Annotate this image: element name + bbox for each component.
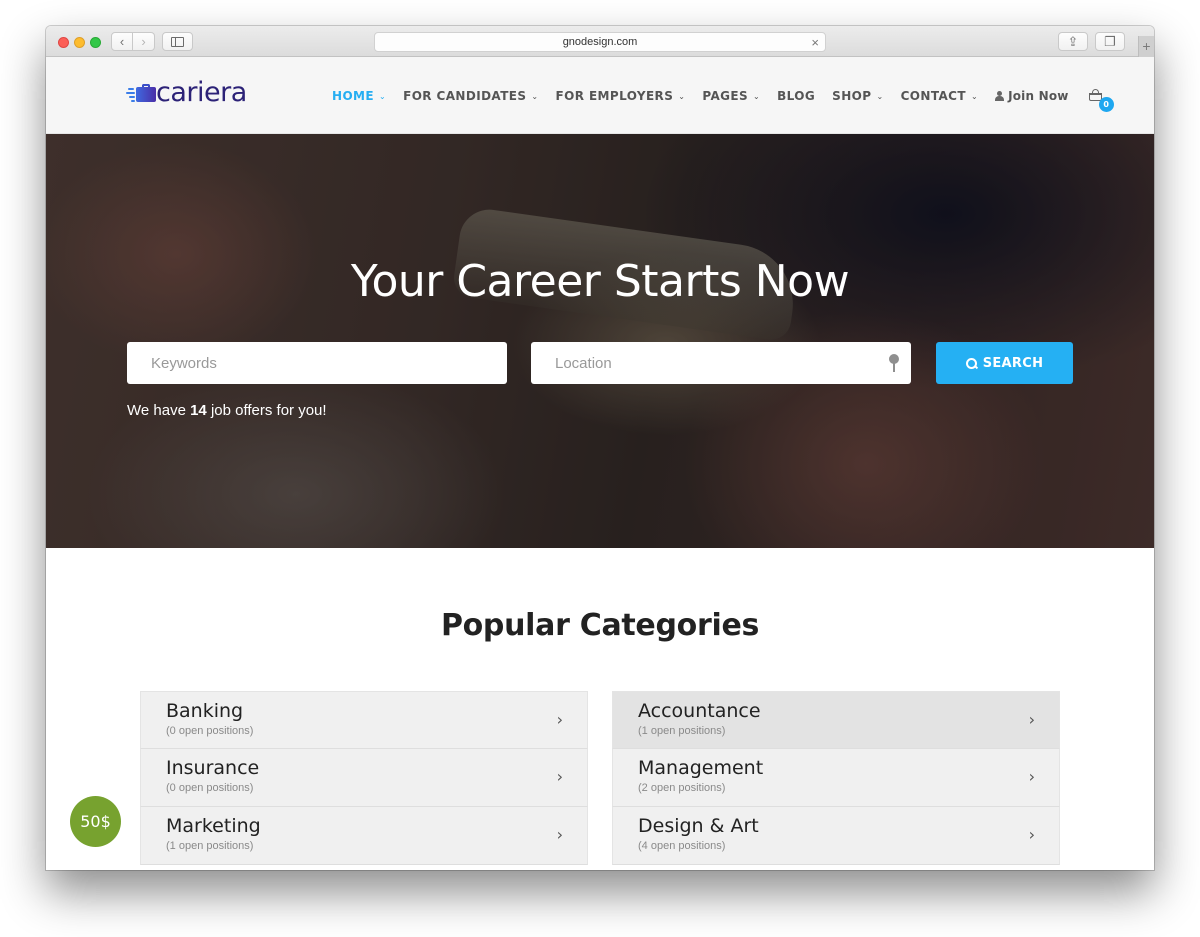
nav-label: FOR EMPLOYERS — [555, 89, 674, 103]
category-name: Insurance — [166, 757, 260, 779]
chevron-down-icon: ⌄ — [531, 91, 539, 101]
nav-label: BLOG — [777, 89, 816, 103]
main-nav: HOME ⌄ FOR CANDIDATES ⌄ FOR EMPLOYERS ⌄ … — [332, 89, 1114, 112]
location-input[interactable]: Location — [531, 342, 911, 384]
category-name: Banking — [166, 700, 244, 722]
new-tab-button[interactable]: + — [1138, 36, 1154, 57]
category-name: Design & Art — [638, 815, 759, 837]
nav-label: PAGES — [702, 89, 749, 103]
category-name: Accountance — [638, 700, 761, 722]
sidebar-toggle-button[interactable] — [162, 32, 193, 51]
category-item-marketing[interactable]: Marketing (1 open positions) › — [140, 807, 588, 865]
browser-toolbar: ‹ › gnodesign.com × ⇪ ❐ + — [46, 26, 1154, 57]
category-count: (4 open positions) — [638, 840, 726, 852]
chevron-right-icon: › — [141, 34, 146, 49]
category-item-management[interactable]: Management (2 open positions) › — [612, 749, 1060, 807]
join-now-label: Join Now — [1008, 89, 1069, 103]
zoom-window-button[interactable] — [90, 37, 101, 48]
category-name: Management — [638, 757, 764, 779]
chevron-right-icon: › — [556, 710, 563, 729]
logo-text: cariera — [156, 77, 247, 108]
job-offers-count: 14 — [190, 402, 207, 419]
nav-pages[interactable]: PAGES ⌄ — [702, 89, 760, 103]
url-text: gnodesign.com — [562, 36, 638, 48]
category-item-design-art[interactable]: Design & Art (4 open positions) › — [612, 807, 1060, 865]
chevron-down-icon: ⌄ — [876, 91, 884, 101]
search-button[interactable]: SEARCH — [936, 342, 1073, 384]
logo[interactable]: cariera — [126, 79, 247, 106]
category-item-banking[interactable]: Banking (0 open positions) › — [140, 691, 588, 749]
category-name: Marketing — [166, 815, 261, 837]
categories-right-column: Accountance (1 open positions) › Managem… — [612, 691, 1060, 865]
back-button[interactable]: ‹ — [111, 32, 133, 51]
user-icon — [995, 91, 1005, 101]
nav-shop[interactable]: SHOP ⌄ — [832, 89, 883, 103]
category-item-insurance[interactable]: Insurance (0 open positions) › — [140, 749, 588, 807]
category-item-accountance[interactable]: Accountance (1 open positions) › — [612, 691, 1060, 749]
chevron-down-icon: ⌄ — [753, 91, 761, 101]
category-count: (2 open positions) — [638, 782, 726, 794]
chevron-left-icon: ‹ — [119, 34, 125, 49]
sidebar-icon — [171, 36, 184, 47]
share-button[interactable]: ⇪ — [1058, 32, 1088, 51]
location-placeholder: Location — [555, 354, 612, 372]
category-count: (0 open positions) — [166, 725, 254, 737]
keywords-input[interactable]: Keywords — [127, 342, 507, 384]
join-now-link[interactable]: Join Now — [995, 89, 1069, 103]
clear-url-icon[interactable]: × — [811, 35, 819, 50]
forward-button[interactable]: › — [133, 32, 155, 51]
share-icon: ⇪ — [1067, 34, 1079, 49]
nav-label: FOR CANDIDATES — [403, 89, 527, 103]
hero-title: Your Career Starts Now — [350, 256, 850, 307]
hero-banner: Your Career Starts Now Keywords Location… — [46, 134, 1154, 548]
nav-blog[interactable]: BLOG — [777, 89, 815, 103]
browser-window: ‹ › gnodesign.com × ⇪ ❐ + cariera HOME ⌄… — [46, 26, 1154, 870]
tabs-icon: ❐ — [1104, 34, 1116, 49]
popular-categories-title: Popular Categories — [440, 608, 760, 643]
category-count: (1 open positions) — [638, 725, 726, 737]
price-badge-button[interactable]: 50$ — [70, 796, 121, 847]
categories-left-column: Banking (0 open positions) › Insurance (… — [140, 691, 588, 865]
search-label: SEARCH — [982, 355, 1044, 371]
nav-for-employers[interactable]: FOR EMPLOYERS ⌄ — [556, 89, 686, 103]
chevron-right-icon: › — [1028, 710, 1035, 729]
chevron-right-icon: › — [1028, 825, 1035, 844]
search-icon — [965, 357, 977, 369]
chevron-right-icon: › — [556, 767, 563, 786]
nav-for-candidates[interactable]: FOR CANDIDATES ⌄ — [403, 89, 538, 103]
keywords-placeholder: Keywords — [151, 354, 217, 372]
category-count: (1 open positions) — [166, 840, 254, 852]
category-count: (0 open positions) — [166, 782, 254, 794]
nav-label: CONTACT — [900, 89, 966, 103]
nav-contact[interactable]: CONTACT ⌄ — [901, 89, 979, 103]
chevron-down-icon: ⌄ — [378, 91, 387, 101]
chevron-down-icon: ⌄ — [970, 91, 979, 101]
address-bar[interactable]: gnodesign.com × — [374, 32, 826, 52]
map-pin-icon — [889, 354, 899, 374]
site-header: cariera HOME ⌄ FOR CANDIDATES ⌄ FOR EMPL… — [46, 57, 1154, 134]
cart-button[interactable]: 0 — [1088, 89, 1114, 112]
briefcase-logo-icon — [126, 82, 156, 104]
show-tabs-button[interactable]: ❐ — [1095, 32, 1125, 51]
minimize-window-button[interactable] — [74, 37, 85, 48]
close-window-button[interactable] — [58, 37, 69, 48]
job-offers-count-text: We have 14 job offers for you! — [127, 402, 327, 419]
cart-count-badge: 0 — [1098, 97, 1114, 112]
chevron-down-icon: ⌄ — [678, 91, 686, 101]
nav-home[interactable]: HOME ⌄ — [332, 89, 386, 103]
nav-label: SHOP — [832, 89, 872, 103]
nav-label: HOME — [332, 89, 374, 103]
chevron-right-icon: › — [556, 825, 563, 844]
chevron-right-icon: › — [1028, 767, 1035, 786]
